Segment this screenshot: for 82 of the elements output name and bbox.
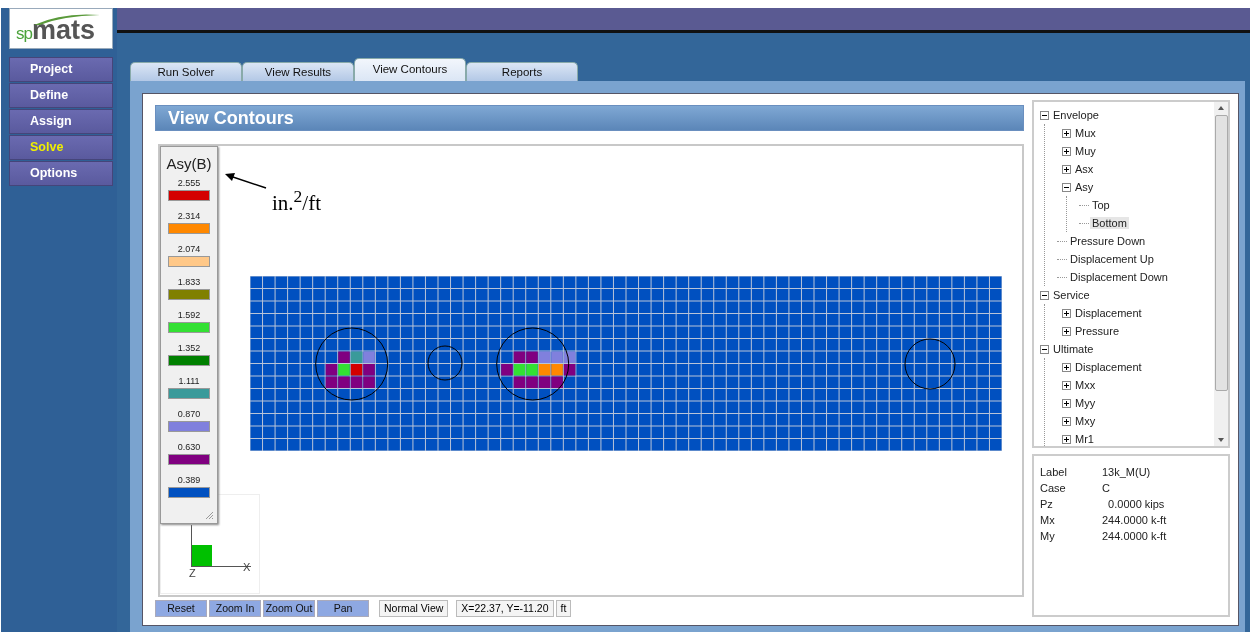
tree-item[interactable]: Myy xyxy=(1073,397,1098,409)
view-button[interactable]: Zoom Out xyxy=(263,599,315,617)
legend-value: 0.870 xyxy=(177,409,201,420)
menu-item[interactable]: Define xyxy=(9,83,113,108)
collapse-icon[interactable] xyxy=(1040,290,1049,300)
expand-icon[interactable] xyxy=(1062,146,1071,156)
axis-label: Z xyxy=(189,567,196,579)
tree-item[interactable]: Asy xyxy=(1073,181,1096,193)
tree-item[interactable]: Envelope xyxy=(1051,109,1101,121)
tab[interactable]: View Contours xyxy=(354,58,466,81)
tree-item[interactable]: Asx xyxy=(1073,163,1096,175)
info-value: 13k_M(U) xyxy=(1102,466,1151,480)
expand-icon[interactable] xyxy=(1062,362,1071,372)
coordinates-field: X=22.37, Y=-11.20 xyxy=(456,599,554,617)
tree-item[interactable]: Ultimate xyxy=(1051,343,1096,355)
tree-item[interactable]: Muy xyxy=(1073,145,1098,157)
column-circle xyxy=(427,345,463,381)
legend-title: Asy(B) xyxy=(166,155,212,172)
scroll-up-icon[interactable] xyxy=(1217,105,1225,111)
view-button[interactable]: Zoom In xyxy=(209,599,261,617)
expand-icon[interactable] xyxy=(1062,164,1071,174)
tree-item[interactable]: Mux xyxy=(1073,127,1098,139)
expand-icon[interactable] xyxy=(1062,128,1071,138)
tab[interactable]: Reports xyxy=(466,62,578,81)
scroll-thumb[interactable] xyxy=(1214,115,1228,391)
legend-value: 0.389 xyxy=(177,475,201,486)
tree-item[interactable]: Mxx xyxy=(1073,379,1098,391)
column-circle xyxy=(904,338,956,390)
view-button[interactable]: Pan xyxy=(317,599,369,617)
info-label: Label xyxy=(1040,466,1068,480)
expand-icon[interactable] xyxy=(1062,434,1071,444)
info-value: 244.0000 k-ft xyxy=(1102,514,1167,528)
legend-value: 1.833 xyxy=(177,277,201,288)
view-mode-field: Normal View xyxy=(379,599,449,617)
tree-item[interactable]: Bottom xyxy=(1090,217,1129,229)
unit-field: ft xyxy=(555,599,572,617)
tree-item[interactable]: Top xyxy=(1090,199,1112,211)
menu-item[interactable]: Project xyxy=(9,57,113,82)
legend-value: 2.314 xyxy=(177,211,201,222)
menu-item[interactable]: Solve xyxy=(9,135,113,160)
tree-item[interactable]: Displacement xyxy=(1073,361,1144,373)
tree-item[interactable]: Mr1 xyxy=(1073,433,1096,445)
view-button[interactable]: Reset xyxy=(155,599,207,617)
scroll-down-icon[interactable] xyxy=(1217,437,1225,443)
info-value: 0.0000 kips xyxy=(1107,498,1165,512)
legend-value: 1.592 xyxy=(177,310,201,321)
expand-icon[interactable] xyxy=(1062,380,1071,390)
expand-icon[interactable] xyxy=(1062,308,1071,318)
panel-title: View Contours xyxy=(155,105,1024,131)
legend-value: 2.074 xyxy=(177,244,201,255)
tab[interactable]: Run Solver xyxy=(130,62,242,81)
info-value: C xyxy=(1102,482,1110,496)
legend-value: 2.555 xyxy=(177,178,201,189)
collapse-icon[interactable] xyxy=(1062,182,1071,192)
tree-item[interactable]: Displacement xyxy=(1073,307,1144,319)
expand-icon[interactable] xyxy=(1062,398,1071,408)
menu-item[interactable]: Assign xyxy=(9,109,113,134)
tree-item[interactable]: Displacement Up xyxy=(1068,253,1156,265)
tree-item[interactable]: Service xyxy=(1051,289,1092,301)
app-logo: spmats xyxy=(9,8,113,49)
expand-icon[interactable] xyxy=(1062,416,1071,426)
menu-item[interactable]: Options xyxy=(9,161,113,186)
legend-value: 0.630 xyxy=(177,442,201,453)
legend-value: 1.352 xyxy=(177,343,201,354)
info-label: Pz xyxy=(1040,498,1054,512)
arrow-icon xyxy=(224,172,268,190)
info-value: 244.0000 k-ft xyxy=(1102,530,1167,544)
info-label: Case xyxy=(1040,482,1067,496)
scrollbar[interactable] xyxy=(1214,102,1228,446)
info-label: Mx xyxy=(1040,514,1056,528)
tree-item[interactable]: Pressure xyxy=(1073,325,1122,337)
collapse-icon[interactable] xyxy=(1040,344,1049,354)
info-label: My xyxy=(1040,530,1056,544)
expand-icon[interactable] xyxy=(1062,326,1071,336)
tree-item[interactable]: Displacement Down xyxy=(1068,271,1170,283)
legend-value: 1.111 xyxy=(178,376,200,387)
tab[interactable]: View Results xyxy=(242,62,354,81)
unit-note: in.$^{2}$/ft xyxy=(272,186,321,216)
tree-item[interactable]: Pressure Down xyxy=(1068,235,1148,247)
tree-item[interactable]: Mxy xyxy=(1073,415,1098,427)
resize-grip-icon[interactable] xyxy=(204,510,214,520)
collapse-icon[interactable] xyxy=(1040,110,1049,120)
